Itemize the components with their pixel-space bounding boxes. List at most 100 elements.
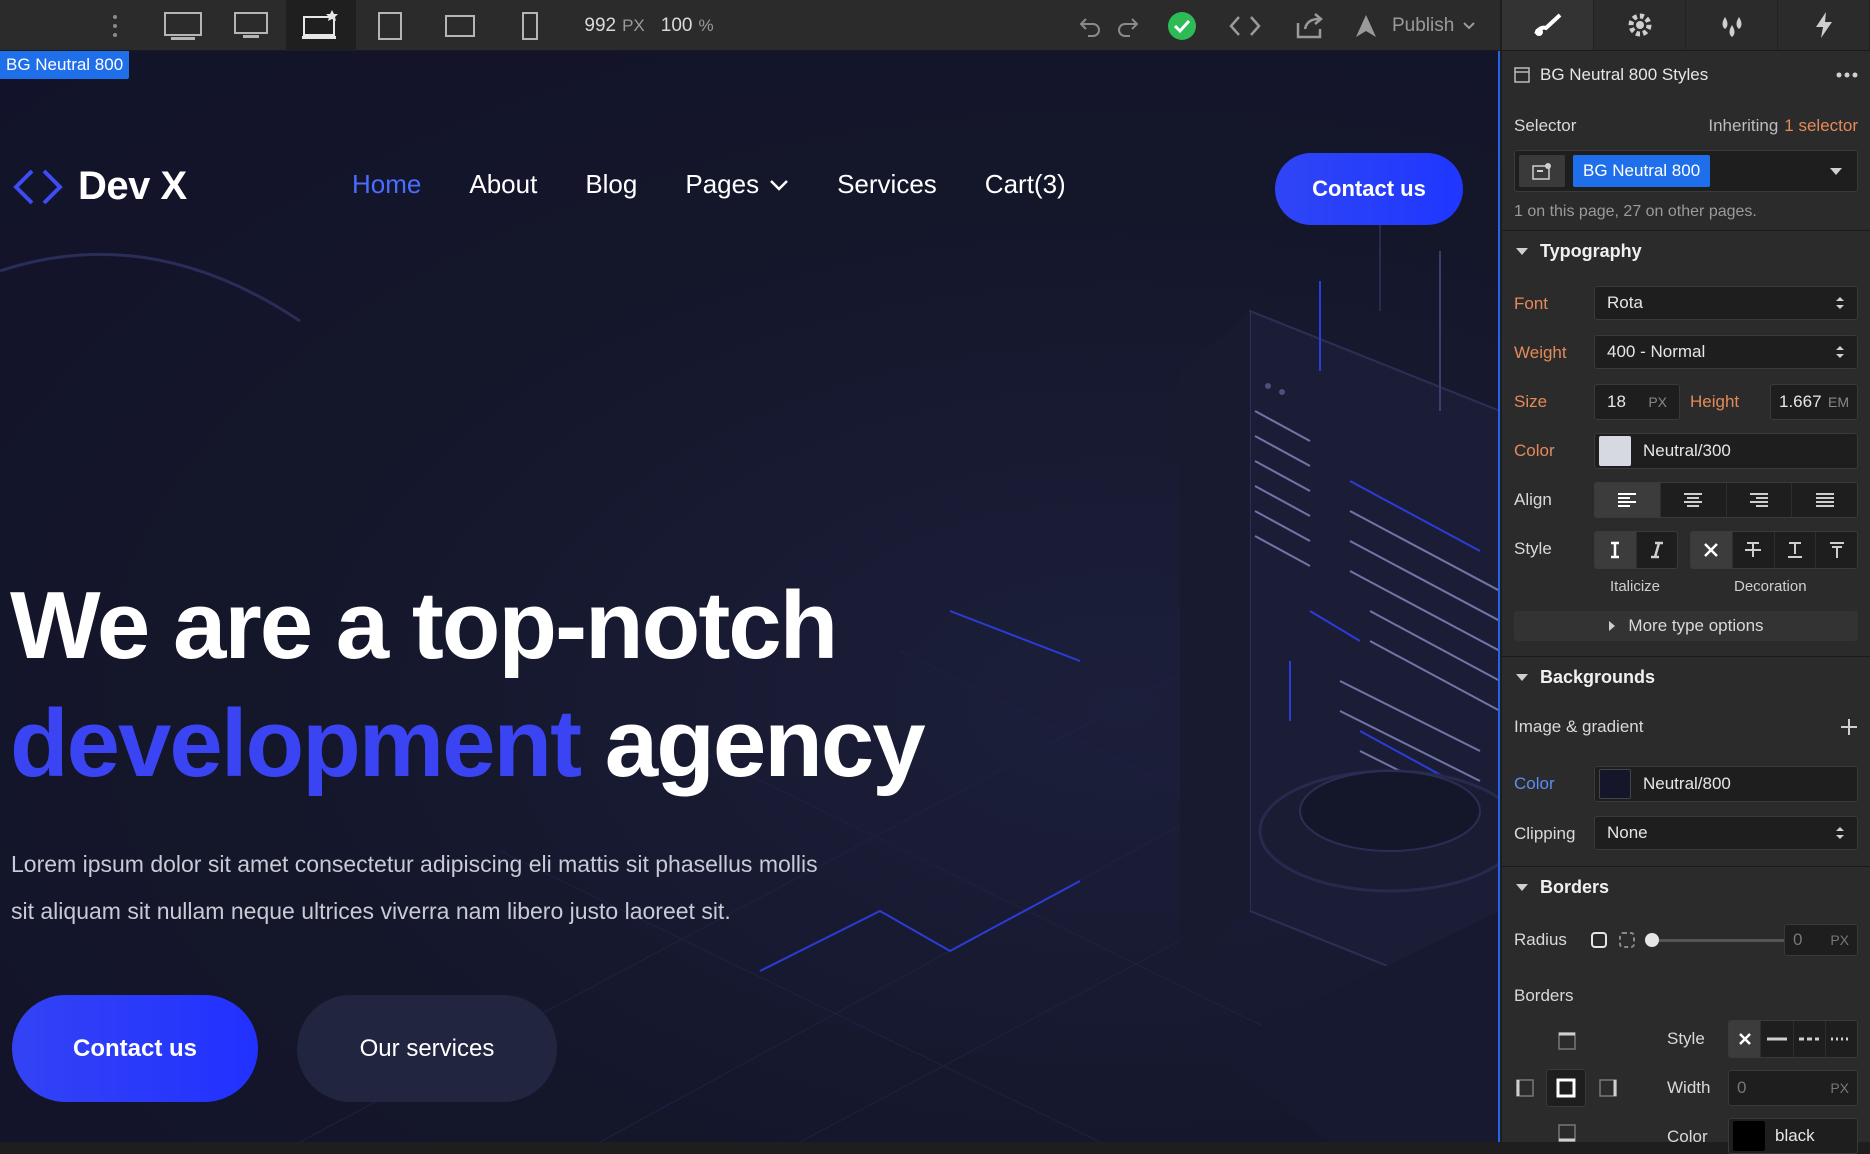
border-bottom-icon[interactable]	[1557, 1123, 1577, 1143]
weight-select[interactable]: 400 - Normal	[1594, 335, 1858, 369]
nav-link-pages-label: Pages	[685, 169, 760, 199]
breakpoint-landscape-icon[interactable]	[430, 0, 490, 51]
nav-link-blog[interactable]: Blog	[585, 169, 637, 200]
borders-section-header[interactable]: Borders	[1502, 866, 1870, 908]
border-style-dashed-button[interactable]	[1794, 1021, 1826, 1057]
tab-settings[interactable]	[1594, 0, 1686, 50]
border-style-solid-button[interactable]	[1761, 1021, 1794, 1057]
radius-input[interactable]: 0 PX	[1784, 924, 1858, 956]
border-all-button[interactable]	[1546, 1069, 1586, 1107]
chevron-down-icon	[1463, 21, 1476, 29]
more-type-options-button[interactable]: More type options	[1514, 611, 1858, 641]
height-label: Height	[1690, 392, 1740, 411]
breakpoint-mobile-icon[interactable]	[500, 0, 560, 51]
radius-slider[interactable]	[1646, 939, 1786, 942]
hero-paragraph-line1: Lorem ipsum dolor sit amet consectetur a…	[11, 851, 818, 877]
style-label: Style	[1514, 539, 1552, 558]
clipping-label: Clipping	[1514, 824, 1576, 843]
italic-on-button[interactable]	[1637, 532, 1678, 568]
text-color-field[interactable]: Neutral/300	[1594, 433, 1858, 469]
border-color-swatch[interactable]	[1733, 1121, 1765, 1151]
radius-all-icon[interactable]	[1590, 931, 1608, 949]
text-color-value: Neutral/300	[1643, 441, 1731, 460]
underline-icon	[1787, 542, 1802, 558]
font-value: Rota	[1607, 293, 1643, 312]
clipping-select[interactable]: None	[1594, 816, 1858, 850]
bg-color-field[interactable]: Neutral/800	[1594, 766, 1858, 802]
hero-services-button[interactable]: Our services	[297, 995, 557, 1102]
selector-field[interactable]: BG Neutral 800	[1514, 150, 1858, 192]
underline-button[interactable]	[1775, 532, 1817, 568]
border-color-field[interactable]: black	[1728, 1118, 1858, 1154]
nav-link-pages[interactable]: Pages	[685, 169, 789, 200]
height-value: 1.667	[1779, 392, 1822, 411]
align-left-button[interactable]	[1595, 483, 1661, 517]
canvas-width-value: 992	[584, 14, 617, 36]
publish-button[interactable]: Publish	[1352, 0, 1492, 51]
typography-section-header[interactable]: Typography	[1502, 230, 1870, 272]
decoration-none-button[interactable]	[1691, 532, 1733, 568]
border-right-icon[interactable]	[1598, 1078, 1618, 1098]
strikethrough-button[interactable]	[1733, 532, 1775, 568]
breakpoint-base-icon[interactable]	[286, 0, 356, 51]
more-vertical-icon[interactable]	[100, 0, 130, 51]
add-icon[interactable]	[1840, 718, 1858, 736]
text-color-swatch[interactable]	[1599, 436, 1631, 466]
caret-down-icon[interactable]	[1829, 167, 1843, 177]
nav-link-home[interactable]: Home	[352, 169, 421, 200]
style-panel: BG Neutral 800 Styles Selector Inheritin…	[1502, 0, 1870, 1154]
align-center-button[interactable]	[1661, 483, 1727, 517]
design-canvas[interactable]: BG Neutral 800 Dev X Home About Blog Pag…	[0, 51, 1500, 1142]
height-unit: EM	[1828, 394, 1849, 410]
breakpoint-desktop-icon[interactable]	[218, 0, 284, 51]
tab-interactions[interactable]	[1778, 0, 1870, 50]
border-left-icon[interactable]	[1515, 1078, 1535, 1098]
inheriting-count[interactable]: 1 selector	[1784, 116, 1858, 136]
nav-link-services[interactable]: Services	[837, 169, 937, 200]
clipping-value: None	[1607, 823, 1648, 842]
chevron-down-icon	[770, 179, 788, 191]
export-share-icon[interactable]	[1288, 0, 1332, 51]
close-icon	[1704, 543, 1719, 557]
nav-contact-button[interactable]: Contact us	[1275, 153, 1463, 225]
drops-icon	[1722, 17, 1741, 37]
undo-icon[interactable]	[1072, 0, 1108, 51]
selected-element-badge[interactable]: BG Neutral 800	[0, 51, 130, 79]
tab-style-manager[interactable]	[1686, 0, 1778, 50]
tab-style[interactable]	[1502, 0, 1594, 50]
backgrounds-section-header[interactable]: Backgrounds	[1502, 656, 1870, 698]
radius-individual-icon[interactable]	[1618, 931, 1636, 949]
align-right-button[interactable]	[1727, 483, 1793, 517]
size-input[interactable]: 18 PX	[1594, 384, 1680, 420]
align-justify-button[interactable]	[1792, 483, 1857, 517]
italic-off-button[interactable]	[1595, 532, 1637, 568]
status-check-icon[interactable]	[1160, 0, 1204, 51]
font-select[interactable]: Rota	[1594, 286, 1858, 320]
hero-contact-button[interactable]: Contact us	[12, 995, 258, 1102]
hero-heading-accent: development	[10, 690, 582, 797]
nav-link-about[interactable]: About	[469, 169, 537, 200]
site-logo[interactable]: Dev X	[12, 164, 187, 209]
radius-slider-handle[interactable]	[1645, 933, 1659, 947]
border-all-icon	[1556, 1078, 1576, 1098]
selector-state-icon[interactable]	[1519, 155, 1565, 187]
border-width-input[interactable]: 0 PX	[1728, 1070, 1858, 1106]
bg-color-swatch[interactable]	[1599, 769, 1631, 799]
zoom-value: 100	[660, 14, 693, 36]
italicize-caption: Italicize	[1610, 578, 1661, 595]
border-style-dotted-button[interactable]	[1826, 1021, 1857, 1057]
radius-unit: PX	[1830, 932, 1849, 948]
overline-button[interactable]	[1816, 532, 1857, 568]
selector-chip[interactable]: BG Neutral 800	[1573, 155, 1711, 187]
hero-paragraph-line2: sit aliquam sit nullam neque ultrices vi…	[11, 898, 731, 924]
breakpoint-tablet-icon[interactable]	[360, 0, 420, 51]
border-style-none-button[interactable]	[1729, 1021, 1762, 1057]
more-type-options-label: More type options	[1628, 616, 1764, 635]
border-top-icon[interactable]	[1557, 1031, 1577, 1051]
redo-icon[interactable]	[1110, 0, 1146, 51]
breakpoint-desktop-large-icon[interactable]	[150, 0, 216, 51]
line-height-input[interactable]: 1.667 EM	[1770, 384, 1858, 420]
nav-link-cart[interactable]: Cart(3)	[985, 169, 1066, 200]
code-icon[interactable]	[1222, 0, 1268, 51]
more-horizontal-icon[interactable]	[1836, 72, 1858, 78]
